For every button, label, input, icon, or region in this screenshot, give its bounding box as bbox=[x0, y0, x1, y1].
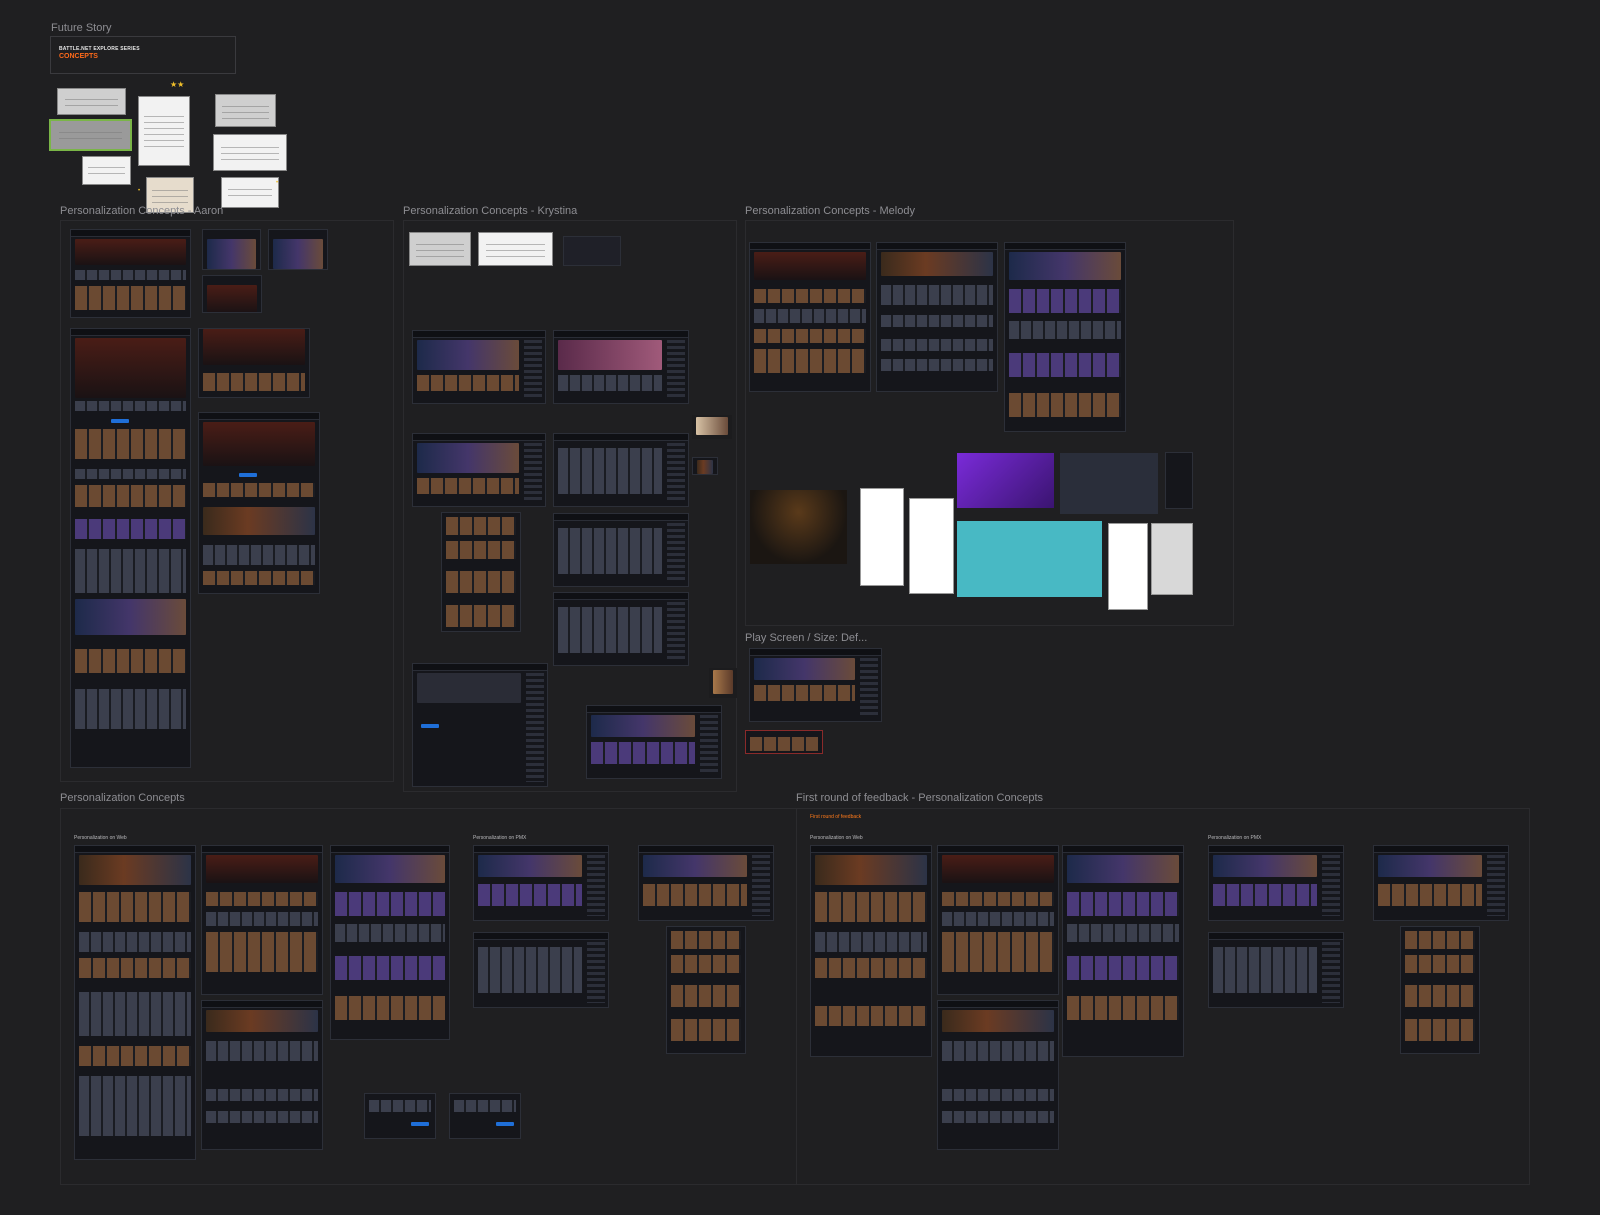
design-frame[interactable] bbox=[586, 705, 722, 779]
sketch-image[interactable] bbox=[478, 232, 553, 266]
section-title-aaron[interactable]: Personalization Concepts - Aaron bbox=[60, 205, 223, 217]
design-frame[interactable] bbox=[202, 229, 261, 270]
design-frame[interactable] bbox=[1208, 932, 1344, 1008]
design-frame[interactable] bbox=[449, 1093, 521, 1139]
design-frame[interactable] bbox=[810, 845, 932, 1057]
design-frame[interactable] bbox=[201, 1000, 323, 1150]
star-icon: ★★ bbox=[170, 80, 185, 89]
design-frame[interactable] bbox=[364, 1093, 436, 1139]
character-image[interactable] bbox=[692, 415, 732, 439]
design-frame[interactable] bbox=[563, 236, 621, 266]
sketch-image[interactable] bbox=[57, 88, 126, 115]
design-frame[interactable] bbox=[1373, 845, 1509, 921]
design-frame[interactable] bbox=[412, 330, 546, 404]
design-frame[interactable] bbox=[876, 242, 998, 392]
design-frame[interactable] bbox=[1400, 926, 1480, 1054]
caption-feedback-tag: First round of feedback bbox=[810, 814, 862, 820]
design-frame[interactable] bbox=[749, 242, 871, 392]
section-title-melody[interactable]: Personalization Concepts - Melody bbox=[745, 205, 915, 217]
design-frame[interactable] bbox=[441, 512, 521, 632]
design-frame[interactable] bbox=[749, 648, 882, 722]
concepts-subtitle: BATTLE.NET EXPLORE SERIES bbox=[59, 46, 140, 52]
mobile-screen[interactable] bbox=[1151, 523, 1193, 595]
design-frame[interactable] bbox=[553, 592, 689, 666]
design-frame[interactable] bbox=[937, 1000, 1059, 1150]
sketch-image[interactable] bbox=[409, 232, 471, 266]
design-frame[interactable] bbox=[1062, 845, 1184, 1057]
section-title-feedback[interactable]: First round of feedback - Personalizatio… bbox=[796, 792, 1043, 804]
design-frame[interactable] bbox=[202, 275, 262, 313]
sketch-image-selected[interactable] bbox=[49, 119, 132, 151]
design-frame[interactable] bbox=[1004, 242, 1126, 432]
sketch-image[interactable] bbox=[213, 134, 287, 171]
design-frame[interactable] bbox=[70, 229, 191, 318]
design-frame[interactable] bbox=[1165, 452, 1193, 509]
mobile-screen[interactable] bbox=[1108, 523, 1148, 610]
design-frame-long[interactable] bbox=[74, 845, 196, 1160]
section-title-krystina[interactable]: Personalization Concepts - Krystina bbox=[403, 205, 577, 217]
character-image[interactable] bbox=[709, 668, 737, 698]
illustration-card[interactable] bbox=[957, 521, 1102, 597]
concepts-title: CONCEPTS bbox=[59, 53, 98, 60]
design-frame[interactable] bbox=[473, 845, 609, 921]
design-frame[interactable] bbox=[201, 845, 323, 995]
design-frame[interactable] bbox=[473, 932, 609, 1008]
caption-web: Personalization on Web bbox=[74, 835, 127, 841]
design-frame[interactable] bbox=[638, 845, 774, 921]
design-frame[interactable] bbox=[553, 433, 689, 507]
design-frame[interactable] bbox=[553, 330, 689, 404]
mobile-screen[interactable] bbox=[860, 488, 904, 586]
sketch-image[interactable] bbox=[215, 94, 276, 127]
mobile-screen[interactable] bbox=[909, 498, 954, 594]
star-icon: • bbox=[276, 180, 279, 186]
section-title-future-story[interactable]: Future Story bbox=[51, 22, 112, 34]
design-frame[interactable] bbox=[937, 845, 1059, 995]
design-frame[interactable] bbox=[553, 513, 689, 587]
figma-canvas[interactable]: Future Story BATTLE.NET EXPLORE SERIES C… bbox=[0, 0, 1600, 1215]
sketch-image[interactable] bbox=[138, 96, 190, 166]
star-icon: • bbox=[138, 188, 141, 194]
design-frame[interactable] bbox=[745, 730, 823, 754]
caption-web: Personalization on Web bbox=[810, 835, 863, 841]
design-frame[interactable] bbox=[198, 412, 320, 594]
design-frame[interactable] bbox=[692, 457, 718, 475]
caption-pmx: Personalization on PMX bbox=[473, 835, 527, 841]
section-title-concepts[interactable]: Personalization Concepts bbox=[60, 792, 185, 804]
onboarding-card[interactable] bbox=[957, 453, 1054, 508]
design-frame[interactable] bbox=[1208, 845, 1344, 921]
design-frame[interactable] bbox=[268, 229, 328, 270]
concepts-title-card[interactable]: BATTLE.NET EXPLORE SERIES CONCEPTS bbox=[50, 36, 236, 74]
design-frame[interactable] bbox=[198, 328, 310, 398]
sketch-image[interactable] bbox=[221, 177, 279, 208]
design-frame[interactable] bbox=[412, 433, 546, 507]
section-title-play-screen[interactable]: Play Screen / Size: Def... bbox=[745, 632, 867, 644]
glow-background-image[interactable] bbox=[750, 490, 847, 564]
design-frame[interactable] bbox=[412, 663, 548, 787]
design-frame[interactable] bbox=[330, 845, 450, 1040]
caption-pmx: Personalization on PMX bbox=[1208, 835, 1262, 841]
sketch-image[interactable] bbox=[82, 156, 131, 185]
design-frame-long[interactable] bbox=[70, 328, 191, 768]
design-frame[interactable] bbox=[666, 926, 746, 1054]
image-grid-card[interactable] bbox=[1060, 453, 1158, 514]
